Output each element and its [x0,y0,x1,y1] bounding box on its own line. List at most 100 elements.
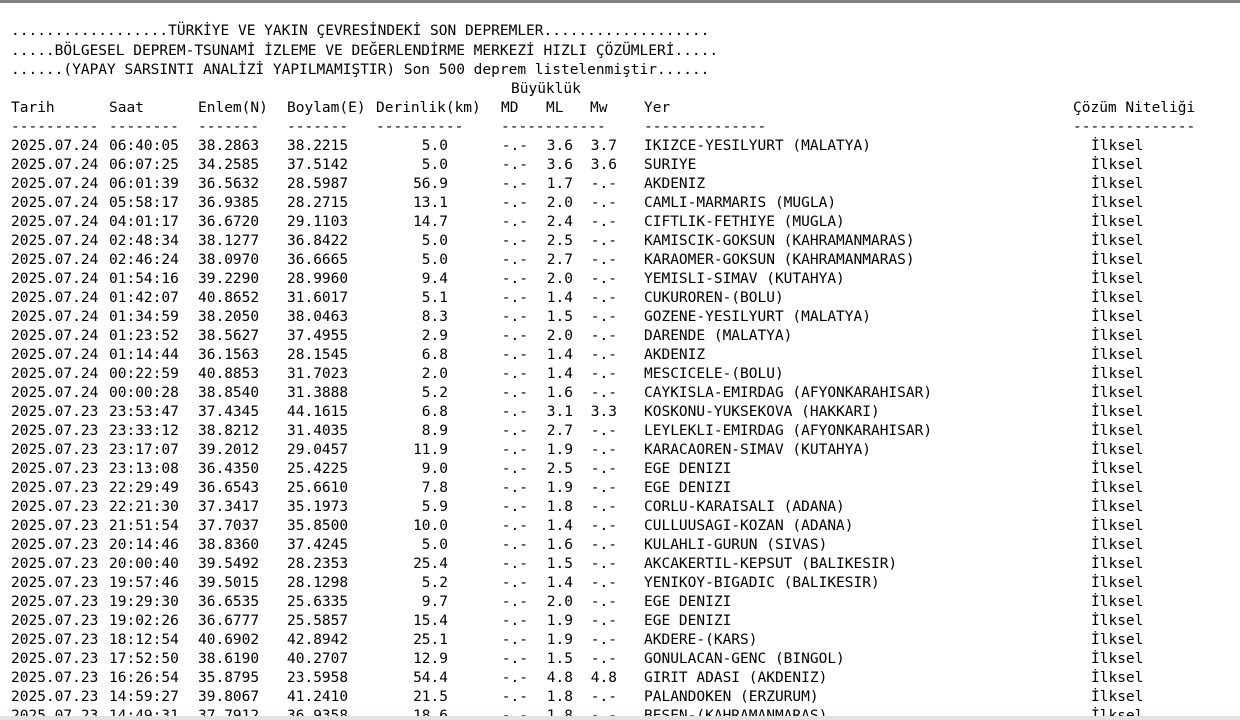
cell-mw: -.- [590,480,617,496]
cell-depth: 5.9 [421,499,448,515]
cell-depth: 6.8 [421,347,448,363]
cell-md: -.- [501,594,528,610]
cell-md: -.- [501,461,528,477]
cell-lat: 39.5015 [198,575,260,591]
horizontal-scrollbar[interactable] [0,716,1240,720]
cell-time: 16:26:54 [109,670,179,686]
table-row: 2025.07.24 01:14:44 36.1563 28.1545 6.8 -.- 1.… [11,346,1240,365]
cell-lon: 37.4955 [287,328,349,344]
cell-md: -.- [501,404,528,420]
cell-place: KARACAOREN-SIMAV (KUTAHYA) [644,442,871,458]
cell-mw: -.- [590,176,617,192]
cell-place: GONULACAN-GENC (BINGOL) [644,651,845,667]
table-row: 2025.07.24 04:01:17 36.6720 29.1103 14.7 -.- 2… [11,213,1240,232]
cell-lat: 38.8360 [198,537,260,553]
cell-lon: 31.6017 [287,290,349,306]
cell-quality: İlksel [1091,214,1144,230]
table-row: 2025.07.23 19:29:30 36.6535 25.6335 9.7 -.- 2.… [11,593,1240,612]
cell-lon: 28.1298 [287,575,349,591]
cell-mw: -.- [590,271,617,287]
cell-lat: 38.8540 [198,385,260,401]
cell-quality: İlksel [1091,328,1144,344]
cell-time: 23:17:07 [109,442,179,458]
cell-depth: 5.2 [421,575,448,591]
cell-quality: İlksel [1091,309,1144,325]
cell-ml: 3.6 [546,157,573,173]
cell-time: 01:34:59 [109,309,179,325]
cell-place: CULLUUSAGI-KOZAN (ADANA) [644,518,854,534]
cell-lon: 41.2410 [287,689,349,705]
cell-time: 20:14:46 [109,537,179,553]
cell-place: EGE DENIZI [644,461,732,477]
cell-md: -.- [501,480,528,496]
cell-lat: 39.2012 [198,442,260,458]
cell-date: 2025.07.24 [11,138,99,154]
cell-time: 23:33:12 [109,423,179,439]
cell-lon: 44.1615 [287,404,349,420]
cell-quality: İlksel [1091,233,1144,249]
table-row: 2025.07.24 00:22:59 40.8853 31.7023 2.0 -.- 1.… [11,365,1240,384]
cell-mw: -.- [590,347,617,363]
cell-ml: 1.8 [546,499,573,515]
cell-mw: -.- [590,328,617,344]
cell-ml: 1.9 [546,632,573,648]
cell-ml: 1.4 [546,347,573,363]
cell-quality: İlksel [1091,632,1144,648]
cell-mw: -.- [590,537,617,553]
cell-ml: 1.9 [546,480,573,496]
cell-date: 2025.07.23 [11,537,99,553]
cell-mw: -.- [590,632,617,648]
cell-ml: 2.5 [546,461,573,477]
cell-lat: 39.5492 [198,556,260,572]
cell-lon: 36.8422 [287,233,349,249]
separator-row: ---------- -------- ------- ------- ----… [11,118,1240,137]
cell-lon: 36.6665 [287,252,349,268]
table-row: 2025.07.24 06:40:05 38.2863 38.2215 5.0 -.- 3.… [11,137,1240,156]
cell-ml: 2.0 [546,271,573,287]
cell-time: 19:57:46 [109,575,179,591]
table-row: 2025.07.24 02:48:34 38.1277 36.8422 5.0 -.- 2.… [11,232,1240,251]
cell-date: 2025.07.24 [11,176,99,192]
cell-mw: -.- [590,385,617,401]
cell-quality: İlksel [1091,556,1144,572]
cell-mw: -.- [590,651,617,667]
cell-date: 2025.07.24 [11,385,99,401]
cell-lat: 35.8795 [198,670,260,686]
cell-depth: 8.3 [421,309,448,325]
col-quality-header: Çözüm Niteliği [1073,100,1196,116]
cell-lat: 36.9385 [198,195,260,211]
cell-quality: İlksel [1091,537,1144,553]
cell-date: 2025.07.24 [11,347,99,363]
cell-date: 2025.07.24 [11,328,99,344]
cell-depth: 14.7 [413,214,448,230]
table-row: 2025.07.24 06:01:39 36.5632 28.5987 56.9 -.- 1… [11,175,1240,194]
sep-place: -------------- [644,119,767,135]
cell-quality: İlksel [1091,138,1144,154]
cell-time: 17:52:50 [109,651,179,667]
cell-ml: 2.7 [546,423,573,439]
cell-quality: İlksel [1091,271,1144,287]
table-row: 2025.07.23 23:17:07 39.2012 29.0457 11.9 -.- 1… [11,441,1240,460]
cell-mw: 3.6 [590,157,617,173]
cell-time: 06:01:39 [109,176,179,192]
cell-place: KAMISCIK-GOKSUN (KAHRAMANMARAS) [644,233,915,249]
cell-date: 2025.07.23 [11,499,99,515]
cell-lon: 25.4225 [287,461,349,477]
cell-md: -.- [501,157,528,173]
cell-quality: İlksel [1091,499,1144,515]
cell-date: 2025.07.23 [11,632,99,648]
cell-depth: 5.2 [421,385,448,401]
cell-lat: 36.6535 [198,594,260,610]
header-agency: .....BÖLGESEL DEPREM-TSUNAMİ İZLEME VE D… [11,43,719,59]
cell-md: -.- [501,214,528,230]
cell-lat: 40.8652 [198,290,260,306]
cell-place: CORLU-KARAISALI (ADANA) [644,499,845,515]
cell-md: -.- [501,366,528,382]
cell-depth: 7.8 [421,480,448,496]
col-place-header: Yer [644,100,671,116]
cell-time: 01:23:52 [109,328,179,344]
cell-date: 2025.07.24 [11,195,99,211]
cell-lon: 31.4035 [287,423,349,439]
cell-ml: 1.5 [546,309,573,325]
cell-time: 05:58:17 [109,195,179,211]
